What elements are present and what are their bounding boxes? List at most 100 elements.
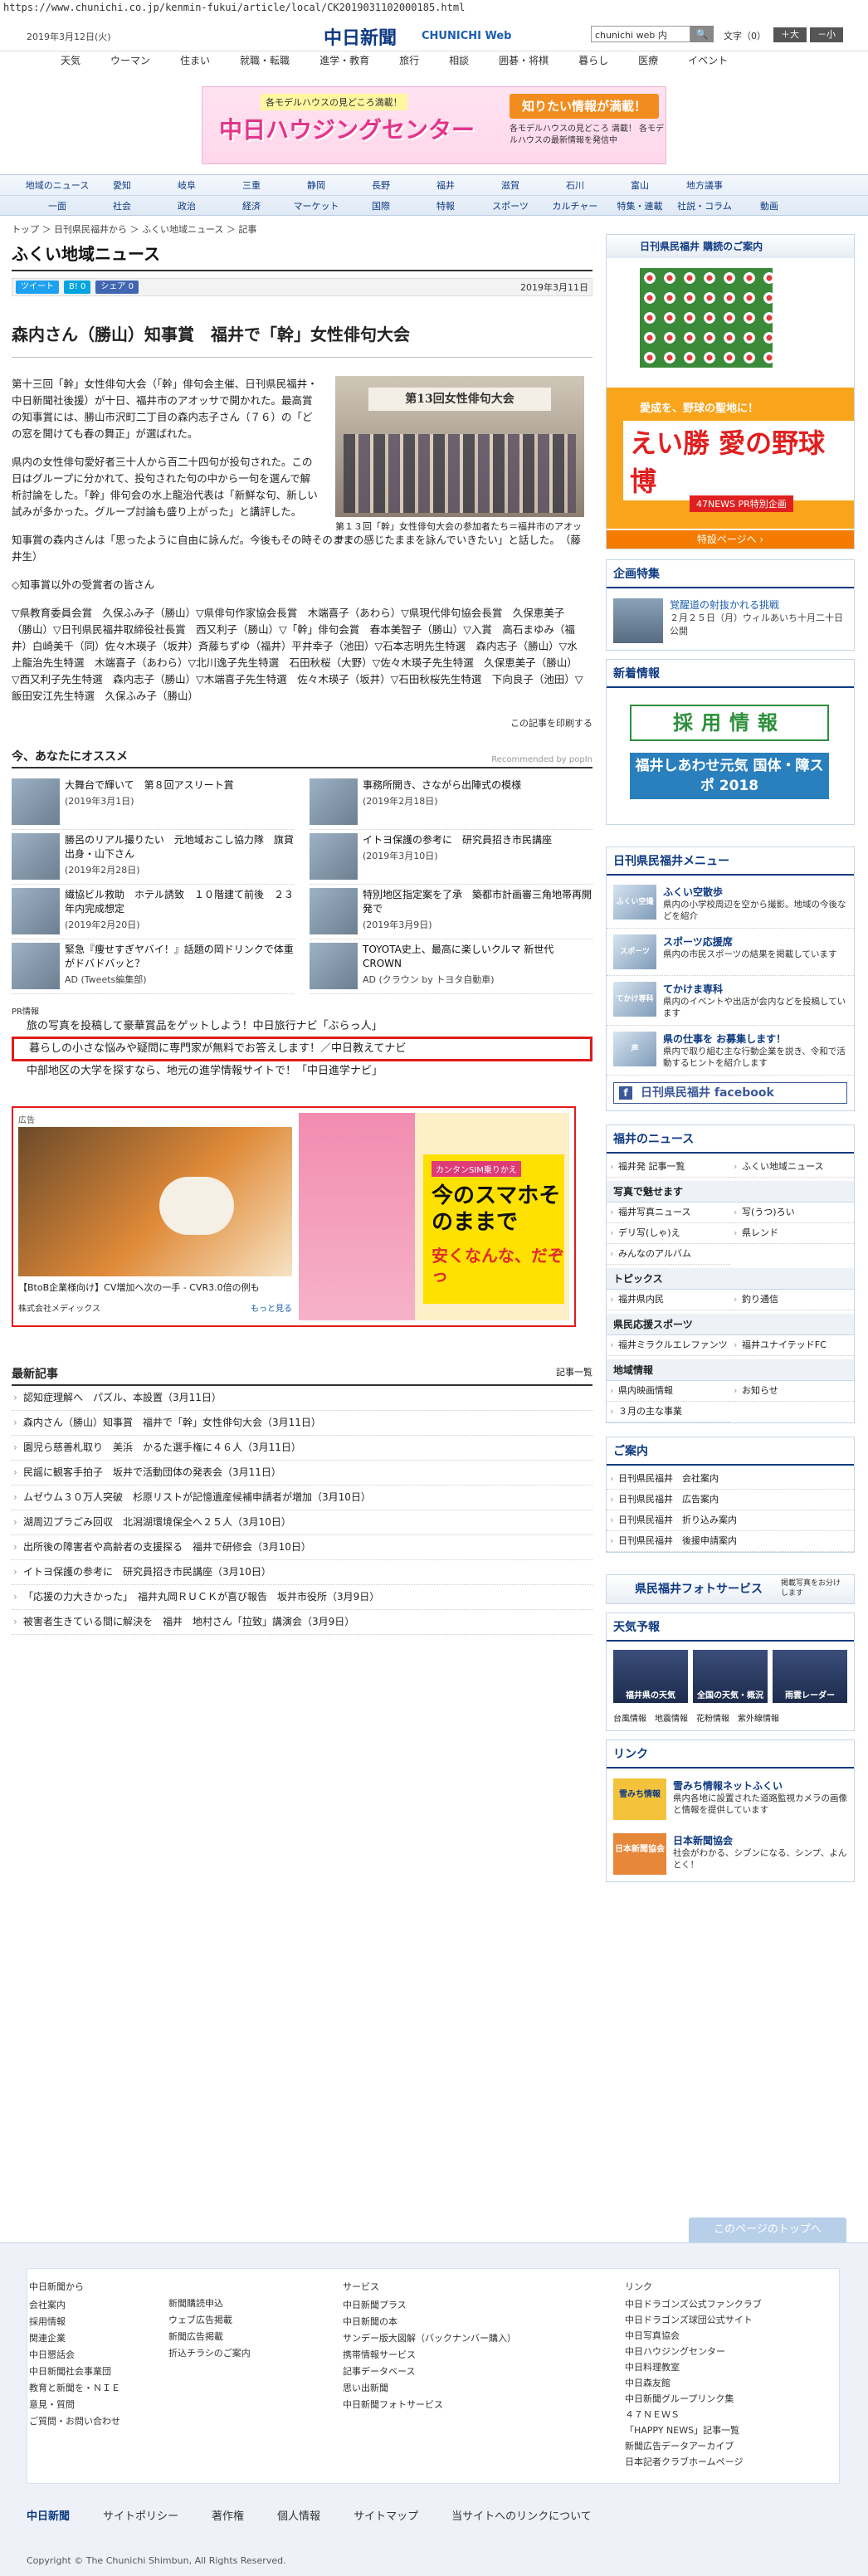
section-nav-item[interactable]: 特報 [413,199,478,212]
gnav-item[interactable]: 天気 [46,53,95,67]
latest-item[interactable]: ムゼウム３０万人突破 杉原リストが記憶遺産候補申請者が増加（3月10日） [12,1486,592,1510]
footer-link[interactable]: 中日森友館 [625,2375,832,2391]
footer-link[interactable]: 中日新聞プラス [343,2297,592,2314]
ad-image[interactable] [18,1127,292,1276]
pr-link-highlighted[interactable]: 暮らしの小さな悩みや疑問に専門家が無料でお答えします！／中日教えてナビ [12,1037,592,1061]
ad-native[interactable]: 広告 【BtoB企業様向け】CV増加へ次の一手 - CVR3.0倍の例も 株式会… [18,1113,292,1320]
latest-item[interactable]: イトヨ保護の参考に 研究員招き市民講座（3月10日） [12,1560,592,1585]
recommend-thumb[interactable] [310,888,358,934]
footer-link[interactable]: 新聞購読申込 [168,2295,326,2312]
section-nav-item[interactable]: 政治 [154,199,219,212]
section-nav-item[interactable]: 社会 [90,199,154,212]
menu-item[interactable]: てかけ専科 てかけま専科 県内のイベントや出店が会内などを投稿しています [607,976,854,1026]
recommend-thumb[interactable] [310,778,358,825]
fb-share-button[interactable]: シェア 0 [95,281,139,294]
ad-more-link[interactable]: もっと見る [251,1301,292,1314]
recommend-item[interactable]: 繊協ビル救助 ホテル誘致 １０階建て前後 ２３年内完成想定 (2019年2月20日… [12,885,295,939]
gnav-item[interactable]: 相談 [434,53,484,67]
guide-link[interactable]: 日刊県民福井 会社案内 [607,1469,854,1490]
gnav-item[interactable]: 囲碁・将棋 [484,53,563,67]
kenmin-ad-head[interactable]: 日刊県民福井 購読のご案内 [607,235,854,258]
photo-service-banner[interactable]: 県民福井フォトサービス 掲載写真をお分けします [606,1574,855,1604]
gnav-item[interactable]: ウーマン [95,53,165,67]
footer-link[interactable]: 「HAPPY NEWS」記事一覧 [625,2422,832,2438]
link-logo[interactable]: 日本新聞協会 [613,1833,666,1875]
weather-fukui[interactable]: 福井県の天気 [613,1650,688,1703]
latest-item[interactable]: 園児ら慈善札取り 美浜 かるた選手権に４６人（3月11日） [12,1436,592,1461]
region-nav-item[interactable]: 滋賀 [478,178,543,192]
recommend-title-text[interactable]: 事務所開き、さながら出陣式の模様 [363,778,521,793]
footer-link[interactable]: 意見・質問 [29,2397,162,2413]
section-nav-item[interactable]: 動画 [737,199,802,212]
footer-link[interactable]: 思い出新聞 [343,2380,592,2397]
gnav-item[interactable]: 進学・教育 [305,53,384,67]
link-logo[interactable]: 雪みち情報 [613,1778,666,1820]
latest-item[interactable]: 「応援の力大きかった」 福井丸岡ＲＵＣＫが喜び報告 坂井市役所（3月9日） [12,1585,592,1610]
hatena-button[interactable]: B! 0 [64,281,91,294]
region-nav-item[interactable]: 地域のニュース [25,178,90,192]
weather-radar[interactable]: 雨雲レーダー [773,1650,847,1703]
weather-link[interactable]: 台風情報 [613,1711,646,1724]
footer-link[interactable]: ご質問・お問い合わせ [29,2413,162,2430]
news-link[interactable]: 福井写真ニュース [607,1203,730,1223]
recommend-item[interactable]: 特別地区指定案を了承 築都市計画審三角地帯再開発で (2019年3月9日) [310,885,592,939]
menu-item-title[interactable]: 県の仕事を お募集します！ [663,1032,847,1046]
news-link[interactable]: 写(うつ)ろい [730,1203,854,1223]
menu-thumb[interactable]: ふくい空撮 [613,885,656,920]
news-link[interactable]: 福井県内民 [607,1290,730,1310]
weather-link[interactable]: 紫外線情報 [738,1711,779,1724]
kokutai-banner[interactable]: 福井しあわせ元気 国体・障スポ 2018 [630,753,829,799]
gnav-item[interactable]: 旅行 [384,53,434,67]
footer-link[interactable]: 中日写真協会 [625,2328,832,2344]
gnav-item[interactable]: 暮らし [563,53,623,67]
section-nav-item[interactable]: マーケット [284,199,349,212]
pr-link[interactable]: 旅の写真を投稿して豪華賞品をゲットしよう！中日旅行ナビ「ぶらっ人」 [12,1017,592,1037]
news-link[interactable]: ふくい地域ニュース [730,1157,854,1178]
footer-link[interactable]: 教育と新聞を・ＮＩＥ [29,2380,162,2397]
facebook-link[interactable]: f 日刊県民福井 facebook [613,1082,847,1104]
feature-thumb[interactable] [613,598,663,643]
gnav-item[interactable]: 住まい [165,53,225,67]
recommend-title-text[interactable]: 大舞台で輝いて 第８回アスリート賞 [65,778,234,793]
gnav-item[interactable]: 就職・転職 [225,53,305,67]
footer-link[interactable]: 新聞広告データアーカイブ [625,2438,832,2454]
recommend-thumb[interactable] [310,943,358,989]
recommend-title-text[interactable]: 勝呂のリアル撮りたい 元地域おこし協力隊 旗貸出身・山下さん [65,833,295,861]
footer-bar-link[interactable]: 当サイトへのリンクについて [451,2507,592,2523]
banner-cta[interactable]: 知りたい情報が満載！ [510,94,659,119]
footer-link[interactable]: 中日新聞社会事業団 [29,2364,162,2380]
section-nav-item[interactable]: 一面 [25,199,90,212]
url-bar[interactable]: https://www.chunichi.co.jp/kenmin-fukui/… [0,0,868,15]
section-nav-item[interactable]: 社説・コラム [672,199,737,212]
footer-link[interactable]: 関連企業 [29,2330,162,2347]
recommend-title-text[interactable]: 緊急『痩せすぎヤバイ！』話題の岡ドリンクで体重がドバドバッと？ [65,943,295,971]
feature-link[interactable]: 覚醒道の射抜かれる挑戦 [670,598,847,612]
article-image[interactable]: 第13回女性俳句大会 [335,376,584,517]
menu-item-title[interactable]: ふくい空散歩 [663,885,847,899]
tweet-button[interactable]: ツイート [16,281,59,294]
menu-thumb[interactable]: てかけ専科 [613,982,656,1017]
pr-link[interactable]: 中部地区の大学を探すなら、地元の進学情報サイトで！「中日進学ナビ」 [12,1061,592,1081]
section-nav-item[interactable]: 特集・連載 [607,199,672,212]
section-nav-item[interactable]: 経済 [219,199,284,212]
menu-thumb[interactable]: 声 [613,1032,656,1066]
latest-item[interactable]: 出所後の障害者や高齢者の支援探る 福井で研修会（3月10日） [12,1535,592,1560]
region-nav-item[interactable]: 三重 [219,178,284,192]
footer-link[interactable]: 中日ドラゴンズ公式ファンクラブ [625,2296,832,2312]
site-logo-sub[interactable]: CHUNICHI Web [422,30,511,42]
region-nav-item[interactable]: 地方議事 [672,178,737,192]
latest-item[interactable]: 被害者生きている間に解決を 福井 地村さん「拉致」講演会（3月9日） [12,1610,592,1635]
footer-bar-link[interactable]: サイトマップ [354,2507,418,2523]
latest-item[interactable]: 森内さん（勝山）知事賞 福井で「幹」女性俳句大会（3月11日） [12,1411,592,1436]
footer-link[interactable]: ４７ＮＥＷＳ [625,2407,832,2422]
footer-link[interactable]: 採用情報 [29,2314,162,2330]
news-link[interactable]: デリ写(しゃ)え [607,1223,730,1244]
recommend-title-text[interactable]: 繊協ビル救助 ホテル誘致 １０階建て前後 ２３年内完成想定 [65,888,295,916]
ad-caption[interactable]: 【BtoB企業様向け】CV増加へ次の一手 - CVR3.0倍の例も [18,1281,292,1295]
news-link[interactable]: 釣り通信 [730,1290,854,1310]
menu-item[interactable]: 声県の仕事を お募集します！ 県内で取り組む主な行動企業を説き、令和で活動するヒン… [607,1026,854,1076]
recommend-title-text[interactable]: 特別地区指定案を了承 築都市計画審三角地帯再開発で [363,888,592,916]
recommend-title-text[interactable]: TOYOTA史上、最高に楽しいクルマ 新世代CROWN [363,943,592,971]
housing-banner-ad[interactable]: 各モデルハウスの見どころ満載！ 中日ハウジングセンター 知りたい情報が満載！ 各… [202,86,666,164]
weather-link[interactable]: 地震情報 [655,1711,688,1724]
